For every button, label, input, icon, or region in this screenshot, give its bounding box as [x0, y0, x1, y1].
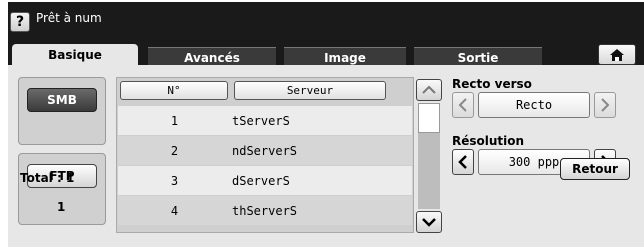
- column-header-server[interactable]: Serveur: [234, 81, 386, 100]
- table-scrollbar[interactable]: [416, 79, 442, 233]
- back-button[interactable]: Retour: [560, 158, 630, 180]
- table-row[interactable]: 1 tServerS: [118, 106, 412, 135]
- tab-avances[interactable]: Avancés: [148, 47, 276, 67]
- window-title: Prêt à num: [36, 11, 102, 25]
- scroll-thumb[interactable]: [418, 103, 440, 133]
- chevron-right-icon: [601, 98, 610, 112]
- row-server: dServerS: [232, 174, 290, 188]
- row-server: tServerS: [232, 114, 290, 128]
- title-bar: ? Prêt à num: [8, 2, 644, 35]
- chevron-up-icon: [422, 85, 436, 94]
- tab-basique[interactable]: Basique: [12, 44, 138, 67]
- total-count: Total : 1: [20, 171, 75, 185]
- resolution-label: Résolution: [452, 134, 525, 148]
- chevron-left-icon: [458, 98, 467, 112]
- duplex-next-button[interactable]: [594, 92, 616, 118]
- home-icon: [610, 49, 624, 61]
- duplex-value: Recto: [478, 92, 590, 118]
- duplex-prev-button[interactable]: [452, 92, 474, 118]
- row-server: thServerS: [232, 204, 298, 218]
- ftp-group: FTP 1: [18, 153, 106, 225]
- chevron-down-icon: [422, 218, 436, 227]
- row-number: 1: [170, 114, 179, 128]
- server-table: N° Serveur 1 tServerS 2 ndServerS 3 dSer…: [116, 77, 414, 233]
- duplex-label: Recto verso: [452, 77, 532, 91]
- home-button[interactable]: [598, 44, 636, 65]
- resolution-prev-button[interactable]: [452, 149, 474, 175]
- main-panel: SMB FTP 1 N° Serveur 1 tServerS 2 ndServ…: [8, 65, 644, 247]
- row-number: 2: [170, 144, 179, 158]
- tab-sortie[interactable]: Sortie: [414, 47, 542, 67]
- chevron-left-icon: [458, 155, 467, 169]
- smb-button[interactable]: SMB: [27, 88, 97, 112]
- scroll-down-button[interactable]: [416, 211, 442, 233]
- ftp-count: 1: [57, 200, 66, 214]
- table-row[interactable]: 4 thServerS: [118, 196, 412, 225]
- help-button[interactable]: ?: [10, 12, 30, 32]
- scroll-track[interactable]: [418, 103, 440, 209]
- table-row[interactable]: 2 ndServerS: [118, 136, 412, 165]
- row-server: ndServerS: [232, 144, 298, 158]
- column-header-number[interactable]: N°: [120, 81, 228, 100]
- scroll-up-button[interactable]: [416, 79, 442, 101]
- tab-image[interactable]: Image: [284, 47, 406, 67]
- smb-group: SMB: [18, 77, 106, 145]
- row-number: 3: [170, 174, 179, 188]
- tab-strip: Basique Avancés Image Sortie: [8, 35, 644, 67]
- row-number: 4: [170, 204, 179, 218]
- table-row[interactable]: 3 dServerS: [118, 166, 412, 195]
